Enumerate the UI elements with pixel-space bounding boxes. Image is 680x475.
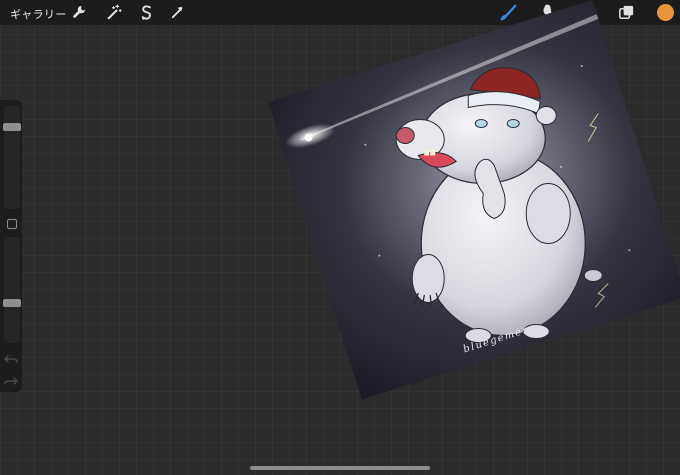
layers-icon[interactable] [617, 3, 636, 22]
opacity-slider[interactable] [3, 237, 21, 343]
brush-size-slider[interactable] [3, 106, 21, 209]
redo-icon[interactable] [4, 373, 18, 387]
modify-button[interactable] [7, 219, 17, 229]
home-indicator[interactable] [250, 466, 430, 470]
magic-wand-icon[interactable] [104, 3, 123, 22]
gallery-button[interactable]: ギャラリー [10, 6, 67, 22]
polar-bear-illustration [268, 0, 680, 400]
sidebar [0, 100, 22, 392]
artwork-canvas[interactable]: bluegemer [268, 0, 680, 400]
brush-size-knob[interactable] [3, 123, 21, 132]
undo-icon[interactable] [4, 351, 18, 365]
brush-icon[interactable] [499, 3, 518, 22]
transform-icon[interactable] [168, 3, 187, 22]
selection-icon[interactable] [137, 3, 156, 22]
opacity-knob[interactable] [3, 298, 21, 307]
color-picker-button[interactable] [657, 4, 674, 21]
wrench-icon[interactable] [69, 3, 88, 22]
